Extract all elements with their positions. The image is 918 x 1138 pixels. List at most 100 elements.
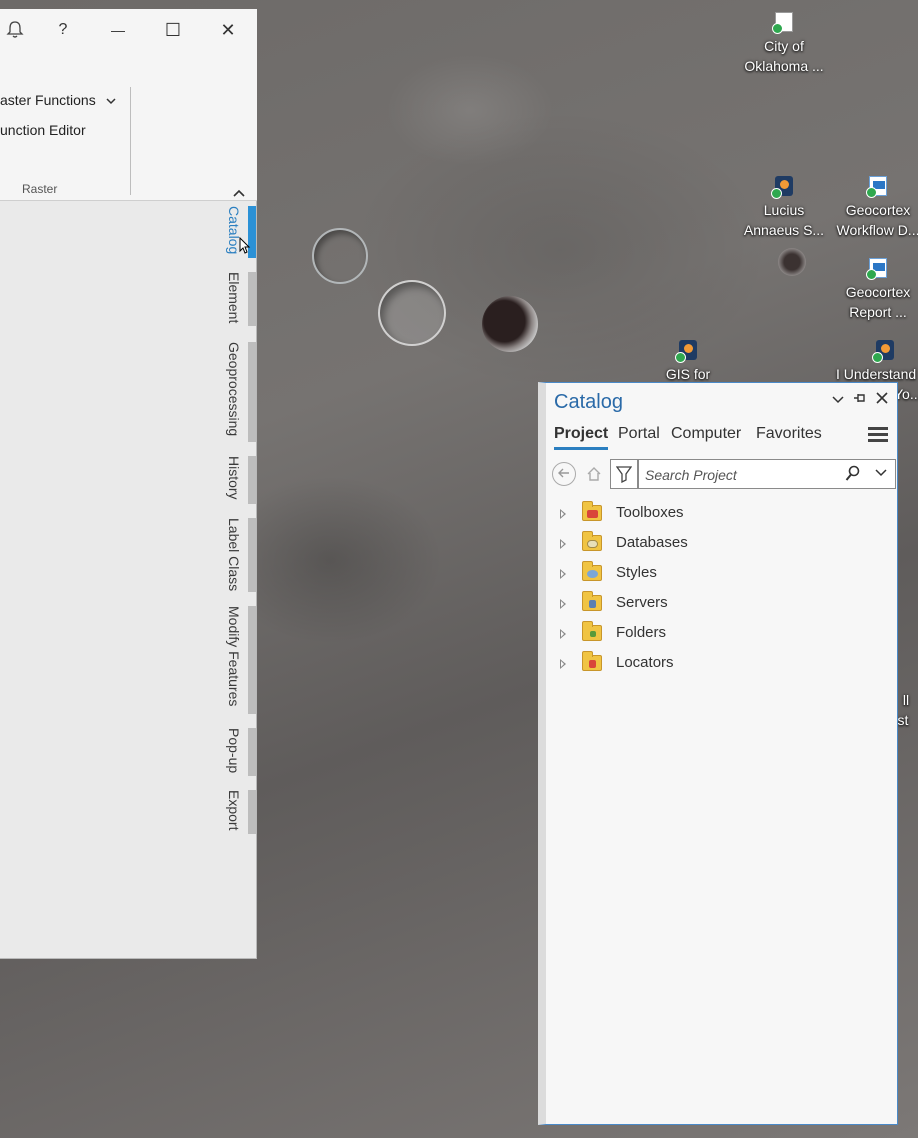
pane-options-button[interactable] bbox=[828, 391, 848, 408]
tree-item-locators[interactable]: Locators bbox=[560, 651, 880, 681]
title-bar: ? — ☐ ✕ bbox=[0, 9, 257, 51]
expand-arrow-icon[interactable] bbox=[560, 539, 566, 549]
desktop-icon-label: Annaeus S... bbox=[743, 222, 825, 238]
tree-item-toolboxes[interactable]: Toolboxes bbox=[560, 501, 880, 531]
arcgis-app-icon bbox=[872, 340, 894, 363]
home-button[interactable] bbox=[582, 462, 606, 486]
tree-item-label: Locators bbox=[616, 654, 674, 671]
desktop-icon-city-of-oklahoma[interactable]: City of Oklahoma ... bbox=[736, 12, 832, 76]
tree-item-label: Styles bbox=[616, 564, 657, 581]
help-button[interactable]: ? bbox=[48, 17, 78, 43]
tree-item-label: Databases bbox=[616, 534, 688, 551]
maximize-button[interactable]: ☐ bbox=[158, 17, 188, 43]
chevron-down-icon bbox=[106, 98, 116, 105]
arrow-left-icon bbox=[558, 468, 569, 478]
tab-indicator bbox=[248, 790, 256, 834]
chevron-down-icon bbox=[875, 469, 887, 477]
tab-favorites[interactable]: Favorites bbox=[756, 425, 822, 447]
desktop-icon-geocortex-workflow[interactable]: Geocortex Workflow D... bbox=[830, 176, 918, 240]
tree-item-label: Servers bbox=[616, 594, 668, 611]
arcgis-app-icon bbox=[675, 340, 697, 363]
styles-icon bbox=[582, 561, 602, 581]
home-icon bbox=[587, 467, 601, 481]
search-input[interactable] bbox=[645, 464, 835, 486]
tab-indicator bbox=[248, 272, 256, 326]
filter-icon bbox=[615, 466, 633, 484]
close-pane-button[interactable] bbox=[872, 391, 892, 408]
function-editor-label: unction Editor bbox=[0, 122, 86, 138]
tree-item-folders[interactable]: Folders bbox=[560, 621, 880, 651]
expand-arrow-icon[interactable] bbox=[560, 509, 566, 519]
tab-indicator bbox=[248, 728, 256, 776]
collapse-ribbon-button[interactable] bbox=[232, 185, 248, 197]
notifications-button[interactable] bbox=[0, 17, 30, 43]
hamburger-menu-button[interactable] bbox=[868, 427, 888, 443]
desktop-icon-label: Geocortex bbox=[845, 284, 911, 300]
mouse-cursor-icon bbox=[239, 237, 251, 254]
crater bbox=[312, 228, 368, 284]
search-icon[interactable] bbox=[845, 465, 861, 483]
pane-title: Catalog bbox=[554, 391, 623, 413]
desktop-icon-label: City of bbox=[764, 38, 804, 54]
tab-indicator bbox=[248, 456, 256, 504]
folders-mark bbox=[590, 631, 596, 637]
ribbon: aster Functions unction Editor Raster bbox=[0, 51, 257, 201]
document-icon bbox=[772, 12, 793, 34]
tab-label: Modify Features bbox=[226, 606, 242, 707]
close-icon bbox=[876, 392, 888, 404]
expand-arrow-icon[interactable] bbox=[560, 569, 566, 579]
chevron-down-icon bbox=[832, 396, 844, 404]
desktop-icon-label: Geocortex bbox=[845, 202, 911, 218]
pin-button[interactable] bbox=[850, 391, 870, 408]
tree-item-servers[interactable]: Servers bbox=[560, 591, 880, 621]
desktop-icon-gis-for[interactable]: GIS for bbox=[640, 340, 736, 384]
catalog-tree: Toolboxes Databases Styles Servers Folde… bbox=[560, 501, 880, 681]
dock-side-tabs: Catalog Element Geoprocessing History La… bbox=[222, 206, 258, 846]
crater bbox=[378, 280, 446, 346]
desktop-icon-lucius[interactable]: Lucius Annaeus S... bbox=[736, 176, 832, 240]
tab-label: Pop-up bbox=[226, 728, 242, 774]
desktop-icon-geocortex-report[interactable]: Geocortex Report ... bbox=[830, 258, 918, 322]
locators-icon bbox=[582, 651, 602, 671]
tree-item-styles[interactable]: Styles bbox=[560, 561, 880, 591]
tab-indicator bbox=[248, 342, 256, 442]
tab-indicator bbox=[248, 518, 256, 592]
pin-icon bbox=[854, 394, 865, 402]
tree-item-databases[interactable]: Databases bbox=[560, 531, 880, 561]
expand-arrow-icon[interactable] bbox=[560, 659, 566, 669]
raster-functions-button[interactable]: aster Functions bbox=[0, 92, 116, 108]
tab-label: Element bbox=[226, 272, 242, 324]
web-shortcut-icon bbox=[866, 258, 887, 280]
function-editor-button[interactable]: unction Editor bbox=[0, 122, 86, 138]
desktop-icon-label: I Understand bbox=[836, 366, 917, 382]
chevron-up-icon bbox=[233, 189, 245, 197]
desktop-icon-label: Report ... bbox=[849, 304, 907, 320]
tab-project[interactable]: Project bbox=[554, 425, 609, 450]
close-button[interactable]: ✕ bbox=[213, 17, 243, 43]
web-shortcut-icon bbox=[866, 176, 887, 198]
filter-button[interactable] bbox=[610, 459, 638, 489]
desktop-icon-label: GIS for bbox=[665, 366, 711, 382]
servers-icon bbox=[582, 591, 602, 611]
menu-line bbox=[868, 433, 888, 436]
toolbox-mark bbox=[587, 510, 598, 518]
expand-arrow-icon[interactable] bbox=[560, 629, 566, 639]
tab-portal[interactable]: Portal bbox=[618, 425, 660, 447]
minimize-button[interactable]: — bbox=[103, 17, 133, 43]
tab-computer[interactable]: Computer bbox=[671, 425, 741, 447]
folders-icon bbox=[582, 621, 602, 641]
expand-arrow-icon[interactable] bbox=[560, 599, 566, 609]
search-box bbox=[638, 459, 896, 489]
menu-line bbox=[868, 427, 888, 430]
back-button[interactable] bbox=[552, 462, 576, 486]
database-mark bbox=[587, 540, 598, 548]
search-options-dropdown[interactable] bbox=[873, 466, 889, 482]
tree-item-label: Folders bbox=[616, 624, 667, 641]
arcgis-app-icon bbox=[771, 176, 793, 199]
ribbon-group-label: Raster bbox=[22, 182, 58, 196]
tab-indicator bbox=[248, 606, 256, 714]
servers-mark bbox=[589, 600, 596, 608]
locators-mark bbox=[589, 660, 596, 668]
database-icon bbox=[582, 531, 602, 551]
tab-label: Geoprocessing bbox=[226, 342, 242, 437]
